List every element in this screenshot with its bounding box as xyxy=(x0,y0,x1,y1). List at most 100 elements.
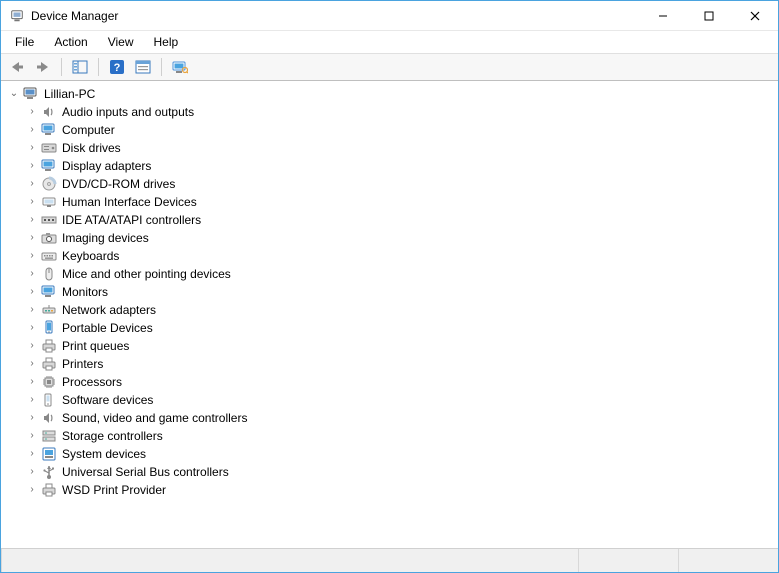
tree-category[interactable]: ›Sound, video and game controllers xyxy=(21,409,772,427)
expand-toggle[interactable]: › xyxy=(25,249,39,263)
properties-button[interactable] xyxy=(131,56,155,78)
tree-category-label: Display adapters xyxy=(62,159,151,173)
camera-icon xyxy=(41,230,57,246)
expand-toggle[interactable]: › xyxy=(25,393,39,407)
scan-hardware-button[interactable] xyxy=(168,56,192,78)
expand-toggle[interactable]: › xyxy=(25,105,39,119)
tree-category[interactable]: ›WSD Print Provider xyxy=(21,481,772,499)
menu-help[interactable]: Help xyxy=(144,33,189,51)
expand-toggle[interactable]: › xyxy=(25,339,39,353)
tree-category-label: Imaging devices xyxy=(62,231,149,245)
window-controls xyxy=(640,1,778,31)
tree-category[interactable]: › Human Interface Devices xyxy=(21,193,772,211)
expand-toggle[interactable]: › xyxy=(25,375,39,389)
tree-category[interactable]: › Print queues xyxy=(21,337,772,355)
expand-toggle[interactable]: › xyxy=(25,465,39,479)
tree-category[interactable]: ›Universal Serial Bus controllers xyxy=(21,463,772,481)
tree-category[interactable]: ›DVD/CD-ROM drives xyxy=(21,175,772,193)
tree-category-label: Keyboards xyxy=(62,249,119,263)
nav-forward-button[interactable] xyxy=(31,56,55,78)
device-manager-window: Device Manager File Action View Help xyxy=(0,0,779,573)
close-button[interactable] xyxy=(732,1,778,31)
tree-category-label: Audio inputs and outputs xyxy=(62,105,194,119)
tree-category-label: Disk drives xyxy=(62,141,121,155)
tree-category[interactable]: › Printers xyxy=(21,355,772,373)
status-bar xyxy=(1,548,778,572)
tree-category[interactable]: ›Portable Devices xyxy=(21,319,772,337)
tree-category-label: Printers xyxy=(62,357,103,371)
printer-icon xyxy=(41,482,57,498)
usb-icon xyxy=(41,464,57,480)
tree-category[interactable]: › Monitors xyxy=(21,283,772,301)
computer-icon xyxy=(23,86,39,102)
expand-toggle[interactable]: ⌄ xyxy=(7,87,21,101)
tree-root[interactable]: ⌄ Lillian-PC xyxy=(3,85,772,103)
status-cell-main xyxy=(1,549,578,572)
tree-category[interactable]: › Keyboards xyxy=(21,247,772,265)
device-tree[interactable]: ⌄ Lillian-PC › Audio inputs and outputs › C… xyxy=(1,81,778,548)
tree-category-label: Mice and other pointing devices xyxy=(62,267,231,281)
menu-file[interactable]: File xyxy=(5,33,44,51)
titlebar: Device Manager xyxy=(1,1,778,31)
expand-toggle[interactable]: › xyxy=(25,447,39,461)
tree-category-label: System devices xyxy=(62,447,146,461)
menu-bar: File Action View Help xyxy=(1,31,778,53)
maximize-button[interactable] xyxy=(686,1,732,31)
expand-toggle[interactable]: › xyxy=(25,267,39,281)
menu-action[interactable]: Action xyxy=(44,33,97,51)
expand-toggle[interactable]: › xyxy=(25,159,39,173)
tree-category[interactable]: › System devices xyxy=(21,445,772,463)
tree-category[interactable]: › Imaging devices xyxy=(21,229,772,247)
expand-toggle[interactable]: › xyxy=(25,483,39,497)
tree-category[interactable]: › Disk drives xyxy=(21,139,772,157)
speaker-icon xyxy=(41,104,57,120)
tree-category-label: Network adapters xyxy=(62,303,156,317)
tree-category[interactable]: › Audio inputs and outputs xyxy=(21,103,772,121)
expand-toggle[interactable]: › xyxy=(25,231,39,245)
printer-icon xyxy=(41,356,57,372)
expand-toggle[interactable]: › xyxy=(25,321,39,335)
tree-category[interactable]: › Storage controllers xyxy=(21,427,772,445)
software-icon xyxy=(41,392,57,408)
tree-category[interactable]: › Computer xyxy=(21,121,772,139)
expand-toggle[interactable]: › xyxy=(25,141,39,155)
tree-category[interactable]: › Software devices xyxy=(21,391,772,409)
app-icon xyxy=(9,8,25,24)
minimize-button[interactable] xyxy=(640,1,686,31)
tree-category-label: Computer xyxy=(62,123,115,137)
status-cell-1 xyxy=(578,549,678,572)
nav-back-button[interactable] xyxy=(5,56,29,78)
expand-toggle[interactable]: › xyxy=(25,195,39,209)
expand-toggle[interactable]: › xyxy=(25,303,39,317)
expand-toggle[interactable]: › xyxy=(25,411,39,425)
tree-category[interactable]: › Mice and other pointing devices xyxy=(21,265,772,283)
tree-category-label: Software devices xyxy=(62,393,153,407)
tree-category[interactable]: › Network adapters xyxy=(21,301,772,319)
tree-category[interactable]: ›Processors xyxy=(21,373,772,391)
mouse-icon xyxy=(41,266,57,282)
expand-toggle[interactable]: › xyxy=(25,285,39,299)
tree-category-label: Human Interface Devices xyxy=(62,195,197,209)
expand-toggle[interactable]: › xyxy=(25,213,39,227)
help-button[interactable]: ? xyxy=(105,56,129,78)
show-hide-tree-button[interactable] xyxy=(68,56,92,78)
expand-toggle[interactable]: › xyxy=(25,429,39,443)
expand-toggle[interactable]: › xyxy=(25,123,39,137)
expand-toggle[interactable]: › xyxy=(25,177,39,191)
disk-icon xyxy=(41,140,57,156)
tree-category-label: Monitors xyxy=(62,285,108,299)
disc-icon xyxy=(41,176,57,192)
tree-category-label: IDE ATA/ATAPI controllers xyxy=(62,213,201,227)
tree-category-label: Storage controllers xyxy=(62,429,163,443)
tree-category[interactable]: › Display adapters xyxy=(21,157,772,175)
printer-icon xyxy=(41,338,57,354)
monitor-icon xyxy=(41,122,57,138)
system-icon xyxy=(41,446,57,462)
menu-view[interactable]: View xyxy=(98,33,144,51)
tree-category[interactable]: › IDE ATA/ATAPI controllers xyxy=(21,211,772,229)
expand-toggle[interactable]: › xyxy=(25,357,39,371)
toolbar-separator xyxy=(61,58,62,76)
network-icon xyxy=(41,302,57,318)
ide-icon xyxy=(41,212,57,228)
tree-category-label: Print queues xyxy=(62,339,129,353)
